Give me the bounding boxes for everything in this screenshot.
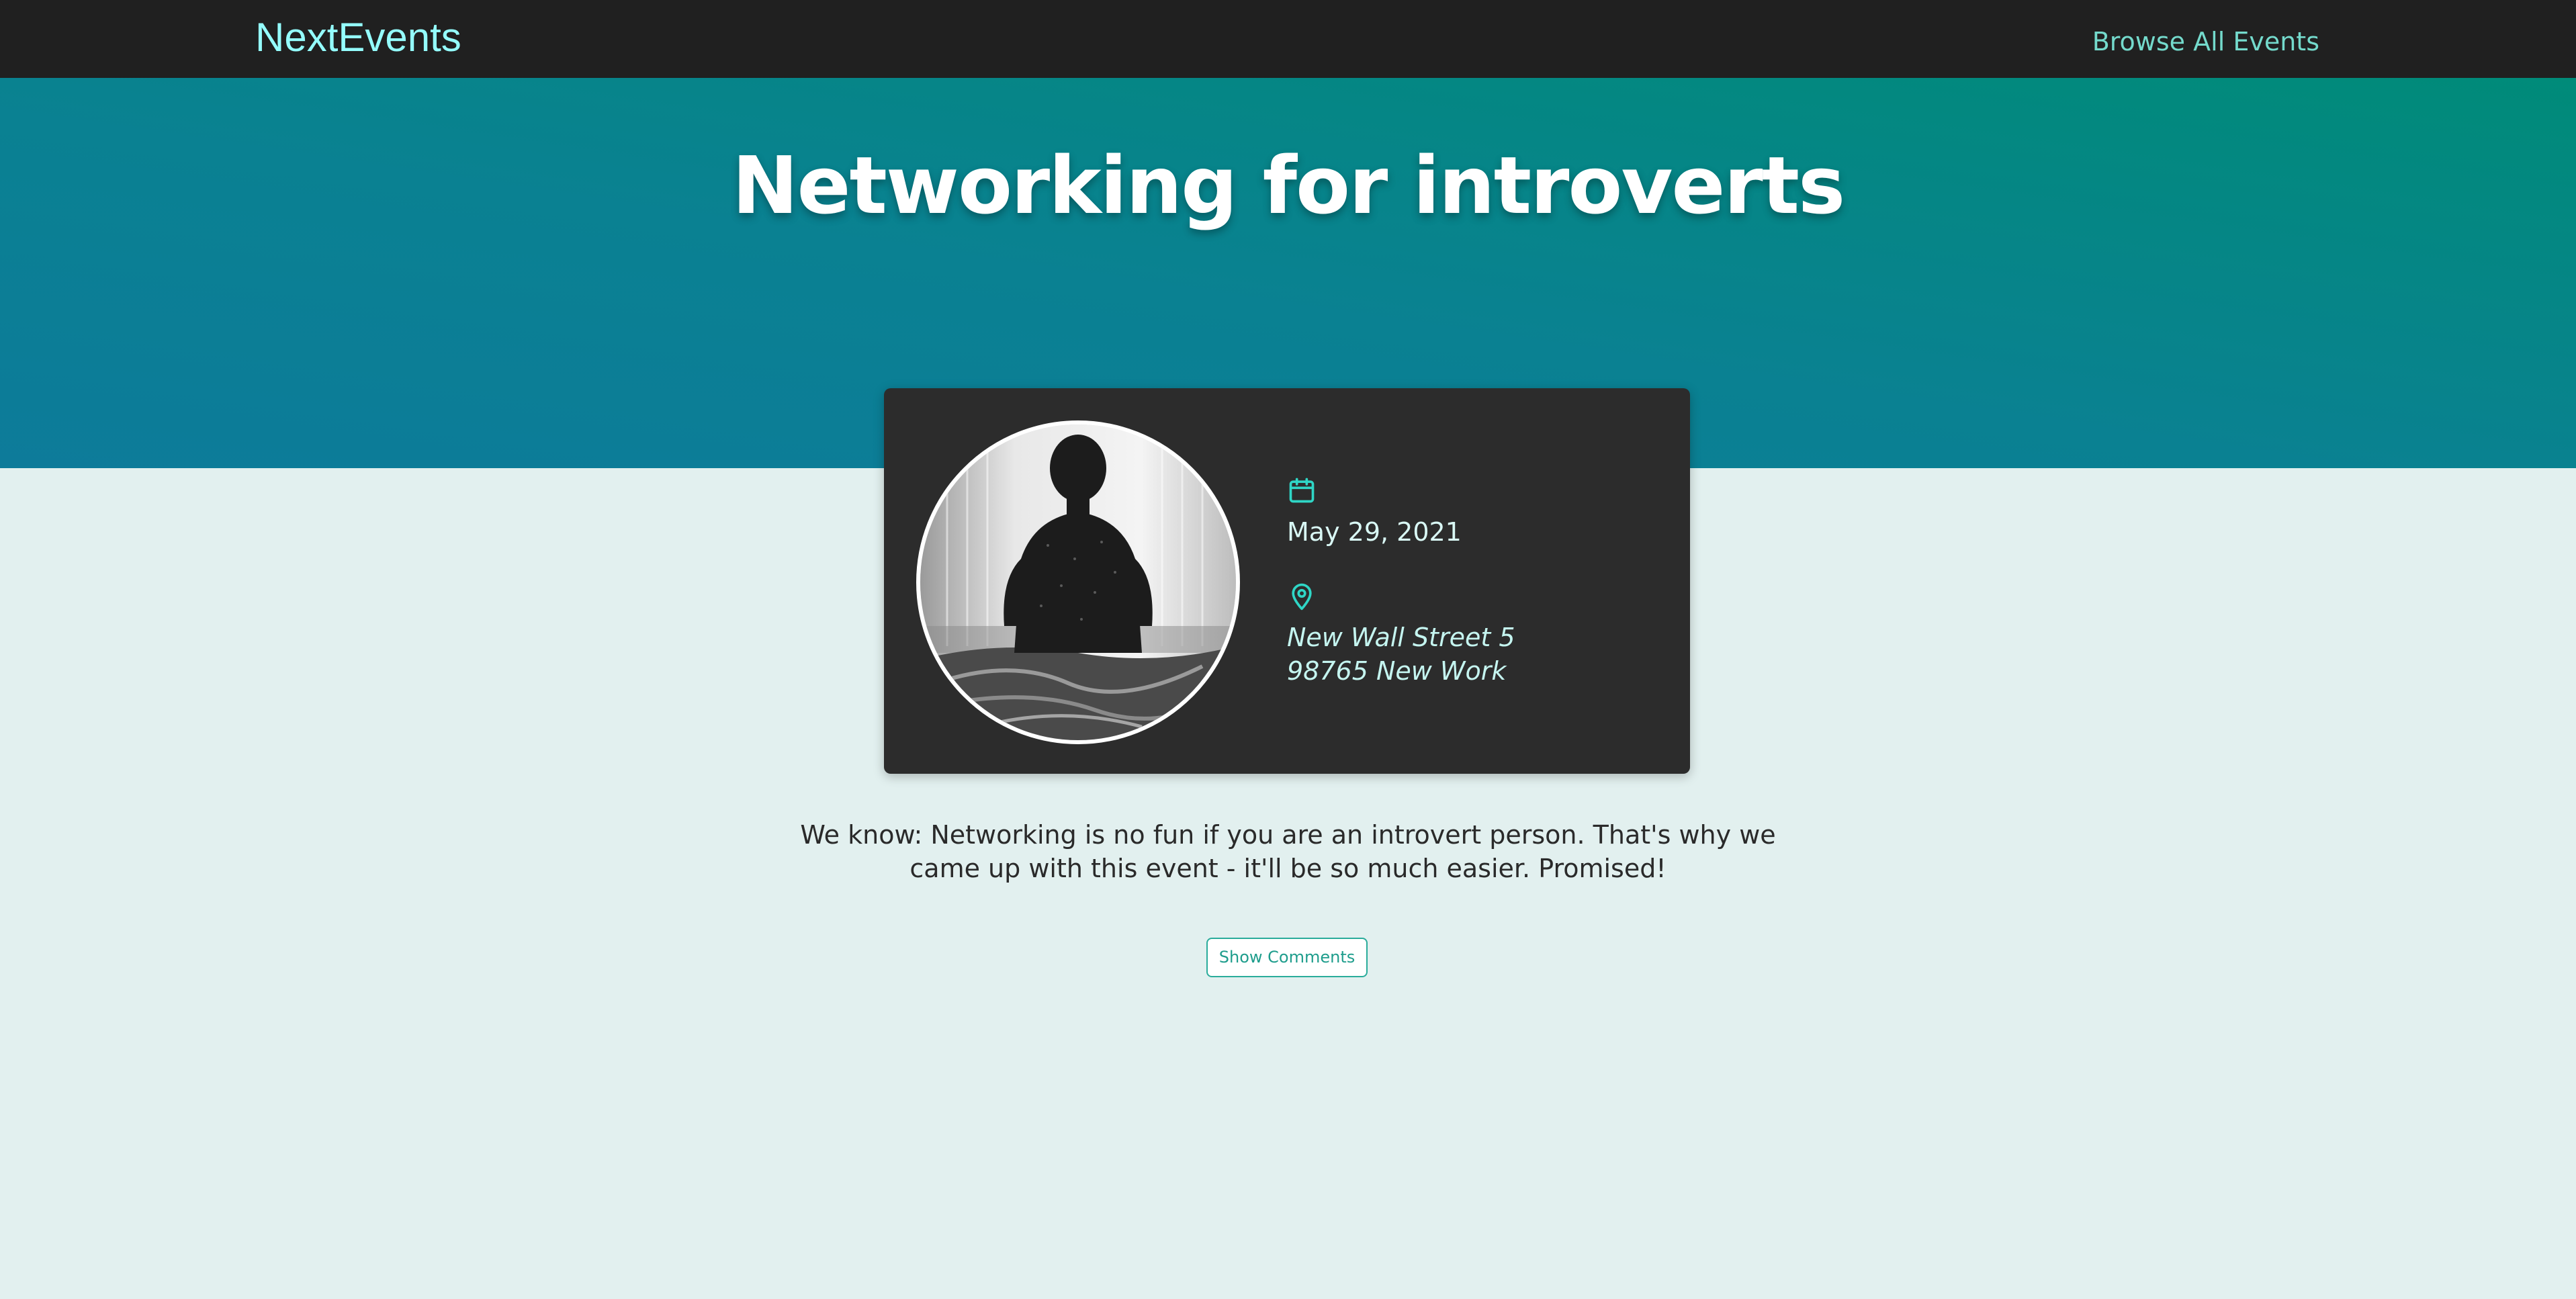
event-description: We know: Networking is no fun if you are… bbox=[800, 820, 1776, 883]
browse-all-events-link[interactable]: Browse All Events bbox=[2092, 23, 2319, 60]
location-pin-icon bbox=[1292, 583, 1312, 611]
show-comments-button[interactable]: Show Comments bbox=[1206, 938, 1368, 977]
address-line-city: 98765 New Work bbox=[1287, 656, 1507, 686]
event-image bbox=[916, 420, 1240, 744]
event-date: May 29, 2021 bbox=[1287, 517, 1462, 547]
event-photo-illustration bbox=[920, 424, 1236, 740]
top-navbar: NextEvents Browse All Events bbox=[0, 0, 2576, 78]
calendar-icon bbox=[1289, 478, 1315, 503]
event-title: Networking for introverts bbox=[731, 139, 1846, 232]
event-summary-card: May 29, 2021 New Wall Street 5 98765 New… bbox=[884, 388, 1690, 774]
event-address: New Wall Street 5 98765 New Work bbox=[1287, 621, 1515, 688]
logo-link[interactable]: NextEvents bbox=[255, 9, 461, 66]
address-line-street: New Wall Street 5 bbox=[1287, 623, 1515, 652]
